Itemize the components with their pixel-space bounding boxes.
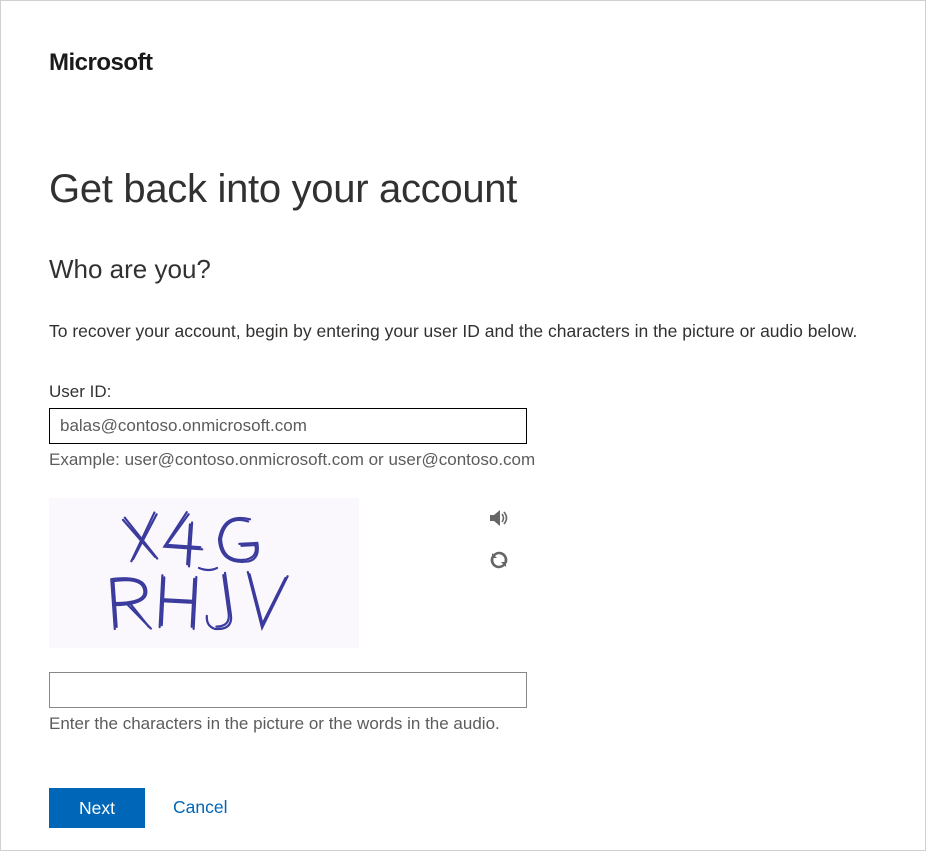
user-id-label: User ID:: [49, 382, 877, 402]
microsoft-logo: Microsoft: [49, 49, 877, 77]
user-id-example: Example: user@contoso.onmicrosoft.com or…: [49, 450, 877, 470]
page-title: Get back into your account: [49, 167, 877, 212]
user-id-input[interactable]: [49, 408, 527, 444]
next-button[interactable]: Next: [49, 788, 145, 828]
subheading: Who are you?: [49, 254, 877, 285]
refresh-icon[interactable]: [487, 548, 511, 572]
cancel-link[interactable]: Cancel: [173, 797, 227, 818]
audio-icon[interactable]: [487, 506, 511, 530]
captcha-help-text: Enter the characters in the picture or t…: [49, 714, 877, 734]
captcha-image: [49, 498, 359, 648]
captcha-input[interactable]: [49, 672, 527, 708]
instructions-text: To recover your account, begin by enteri…: [49, 319, 877, 344]
